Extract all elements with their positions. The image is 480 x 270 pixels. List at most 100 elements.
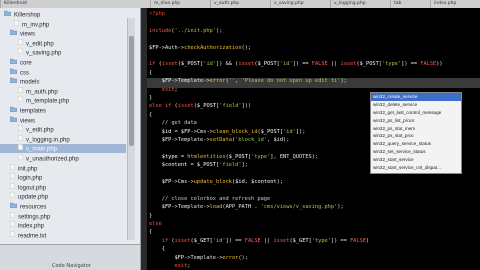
autocomplete-item[interactable]: win32_set_service_status	[371, 148, 461, 156]
code-line: if (isset($_GET['id']) == FALSE || isset…	[161, 237, 370, 244]
file-icon	[9, 220, 16, 231]
autocomplete-item[interactable]: win32_start_service_ctrl_dispat...	[371, 164, 461, 172]
tree-item-models[interactable]: models	[9, 77, 40, 87]
code-line: $FP->Template->setData('block_id', $id);	[161, 137, 290, 143]
file-icon	[17, 38, 24, 49]
code-line: if (isset($_POST['id']) && (isset($_POST…	[149, 61, 443, 68]
code-line: $FP->Auth->checkAuthorization();	[149, 44, 252, 51]
tree-item-login-php[interactable]: login.php	[9, 172, 43, 183]
tab-1[interactable]: m_dive.php	[150, 0, 183, 8]
tree-item-logout-php[interactable]: logout.php	[9, 182, 47, 193]
code-line: $content = $_POST['field'];	[161, 162, 248, 169]
tree-item-v-logging-in-php[interactable]: v_logging.in.php	[17, 134, 70, 144]
tree-item-readme-txt[interactable]: readme.txt	[9, 230, 47, 241]
file-icon	[17, 48, 24, 58]
tree-item-views[interactable]: views	[9, 29, 36, 39]
tree-item-init-php[interactable]: init.php	[9, 163, 38, 174]
sidebar-scroll-thumb[interactable]	[129, 36, 134, 146]
folder-icon	[9, 106, 18, 116]
tree-item-label: v_unauthorized.php	[26, 156, 79, 163]
tree-item-label: Killershop	[14, 12, 41, 19]
tree-item-index-php[interactable]: index.php	[9, 220, 45, 231]
tab-6[interactable]: index.php	[430, 0, 459, 8]
tree-item-label: init.php	[18, 166, 38, 173]
tree-item-label: logout.php	[18, 185, 47, 192]
tree-item-label: views	[20, 31, 36, 38]
autocomplete-item[interactable]: win32_start_service	[371, 156, 461, 164]
file-icon	[17, 124, 24, 135]
tree-item-label: v_logging.in.php	[26, 137, 70, 144]
file-icon	[13, 19, 20, 30]
sidebar-scrollbar[interactable]	[127, 18, 135, 240]
tree-item-v-saving-php[interactable]: v_saving.php	[17, 48, 62, 58]
tree-item-v-unauthorized-php[interactable]: v_unauthorized.php	[17, 153, 79, 164]
code-line: $FP->Template->load(APP_PATH . 'cms/view…	[161, 204, 344, 211]
tree-item-label: m_inv.php	[22, 22, 50, 29]
autocomplete-item[interactable]: win32_delete_service	[371, 101, 461, 109]
tree-item-v-edit-php[interactable]: v_edit.php	[17, 38, 54, 49]
tree-item-m-template-php[interactable]: m_template.php	[17, 96, 70, 106]
autocomplete-item[interactable]: win32_ps_list_procs	[371, 117, 461, 125]
file-icon	[9, 182, 16, 193]
file-icon	[17, 144, 24, 154]
tree-item-label: v_saving.php	[26, 50, 62, 57]
tree-item-killershop[interactable]: Killershop	[3, 10, 41, 20]
file-icon	[17, 86, 24, 97]
tree-item-m-auth-php[interactable]: m_auth.php	[17, 86, 58, 97]
code-line: exit;	[161, 86, 178, 93]
folder-icon	[9, 29, 18, 39]
tab-3[interactable]: v_saving.php	[270, 0, 307, 8]
tree-item-label: views	[20, 118, 36, 125]
file-icon	[17, 153, 24, 164]
tab-5[interactable]: tab	[390, 0, 404, 8]
folder-icon	[9, 77, 18, 87]
file-icon	[9, 192, 16, 202]
code-line: $FP->Cms->update_block($id, $content);	[161, 179, 284, 185]
tree-item-label: index.php	[18, 223, 45, 230]
tree-item-label: v_main.php	[26, 146, 58, 153]
tab-2[interactable]: v_auth.php	[210, 0, 242, 8]
tree-item-m-inv-php[interactable]: m_inv.php	[13, 19, 50, 30]
file-icon	[17, 96, 24, 106]
autocomplete-item[interactable]: win32_create_service	[371, 93, 461, 101]
tree-item-v-main-php[interactable]: v_main.php	[0, 144, 126, 154]
autocomplete-item[interactable]: win32_query_service_status	[371, 140, 461, 148]
tree-item-label: settings.php	[18, 214, 51, 221]
tab-4[interactable]: v_logging.php	[330, 0, 369, 8]
tab-0[interactable]: Killerdroid	[0, 0, 30, 8]
tree-item-templates[interactable]: templates	[9, 106, 46, 116]
file-icon	[9, 230, 16, 241]
autocomplete-item[interactable]: win32_get_last_control_message	[371, 109, 461, 117]
tree-item-v-edit-php[interactable]: v_edit.php	[17, 124, 54, 135]
folder-icon	[9, 68, 18, 78]
tree-item-resources[interactable]: resources	[9, 202, 47, 212]
tree-item-core[interactable]: core	[9, 58, 32, 68]
tree-item-label: m_auth.php	[26, 89, 58, 96]
tree-item-label: update.php	[18, 194, 49, 201]
tree-item-label: core	[20, 60, 32, 67]
file-tree-sidebar: Killershop m_inv.php views v_edit.php v_savi…	[0, 8, 141, 270]
autocomplete-item[interactable]: win32_ps_stat_proc	[371, 132, 461, 140]
folder-icon	[9, 58, 18, 68]
autocomplete-item[interactable]: win32_ps_stat_mem	[371, 125, 461, 133]
sidebar-footer: Code Navigator	[0, 244, 140, 270]
tree-item-update-php[interactable]: update.php	[9, 192, 49, 202]
folder-icon	[9, 116, 18, 126]
folder-icon	[9, 202, 18, 212]
tree-item-label: login.php	[18, 175, 43, 182]
code-navigator-label: Code Navigator	[52, 263, 91, 269]
file-icon	[9, 163, 16, 174]
tree-item-views[interactable]: views	[9, 116, 36, 126]
tree-item-css[interactable]: css	[9, 68, 29, 78]
tree-item-label: readme.txt	[18, 233, 47, 240]
tree-item-settings-php[interactable]: settings.php	[9, 211, 51, 221]
tree-item-label: resources	[20, 204, 47, 211]
folder-icon	[3, 10, 12, 20]
code-line: <?php	[149, 11, 165, 17]
code-line: $FP->Template->error('', 'Please do not …	[161, 78, 347, 85]
file-icon	[9, 172, 16, 183]
tree-item-label: m_template.php	[26, 98, 70, 105]
tree-item-label: css	[20, 70, 29, 77]
tree-item-label: v_edit.php	[26, 127, 54, 134]
tree-item-label: models	[20, 79, 40, 86]
